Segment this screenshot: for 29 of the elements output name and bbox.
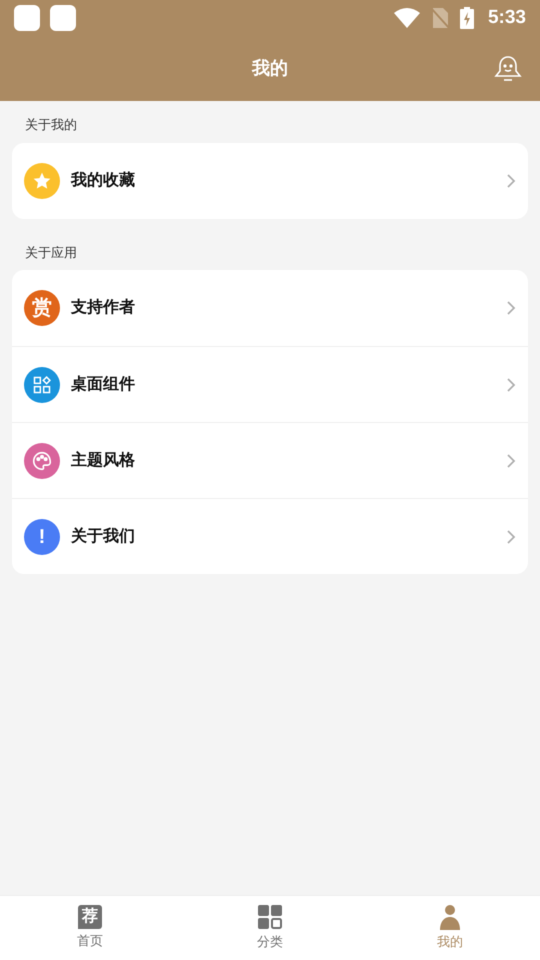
chevron-right-icon [506,376,516,392]
circle-glyph-icon: 赏 [24,290,60,326]
battery-charging-icon [460,7,474,29]
chevron-right-icon [506,452,516,468]
section-title: 关于我的 [24,116,78,134]
status-time: 5:33 [488,6,526,30]
notification-icon [14,5,40,31]
chevron-right-icon [506,300,516,316]
circle-glyph-icon: ! [24,518,60,554]
menu-item-label: 我的收藏 [71,170,136,190]
notification-icon [50,5,76,31]
nav-tab[interactable]: 荐 首页 [0,896,180,960]
menu-item[interactable]: 主题风格 [12,422,528,498]
chevron-right-icon [506,528,516,544]
bell-icon[interactable] [494,54,522,84]
wifi-icon [394,7,420,29]
menu-item[interactable]: ! 关于我们 [12,498,528,574]
chevron-right-icon [506,172,516,188]
menu-item[interactable]: 我的收藏 [12,142,528,218]
menu-item-label: 主题风格 [71,450,136,470]
menu-item-label: 桌面组件 [71,374,136,394]
recommend-icon: 荐 [78,905,102,930]
nav-tab[interactable]: 分类 [180,896,360,960]
page-title: 我的 [252,57,288,80]
menu-item[interactable]: 桌面组件 [12,346,528,422]
menu-item-label: 关于我们 [71,526,136,546]
menu-item-label: 支持作者 [71,298,136,318]
section-title: 关于应用 [24,244,78,262]
menu-item[interactable]: 赏 支持作者 [12,270,528,346]
